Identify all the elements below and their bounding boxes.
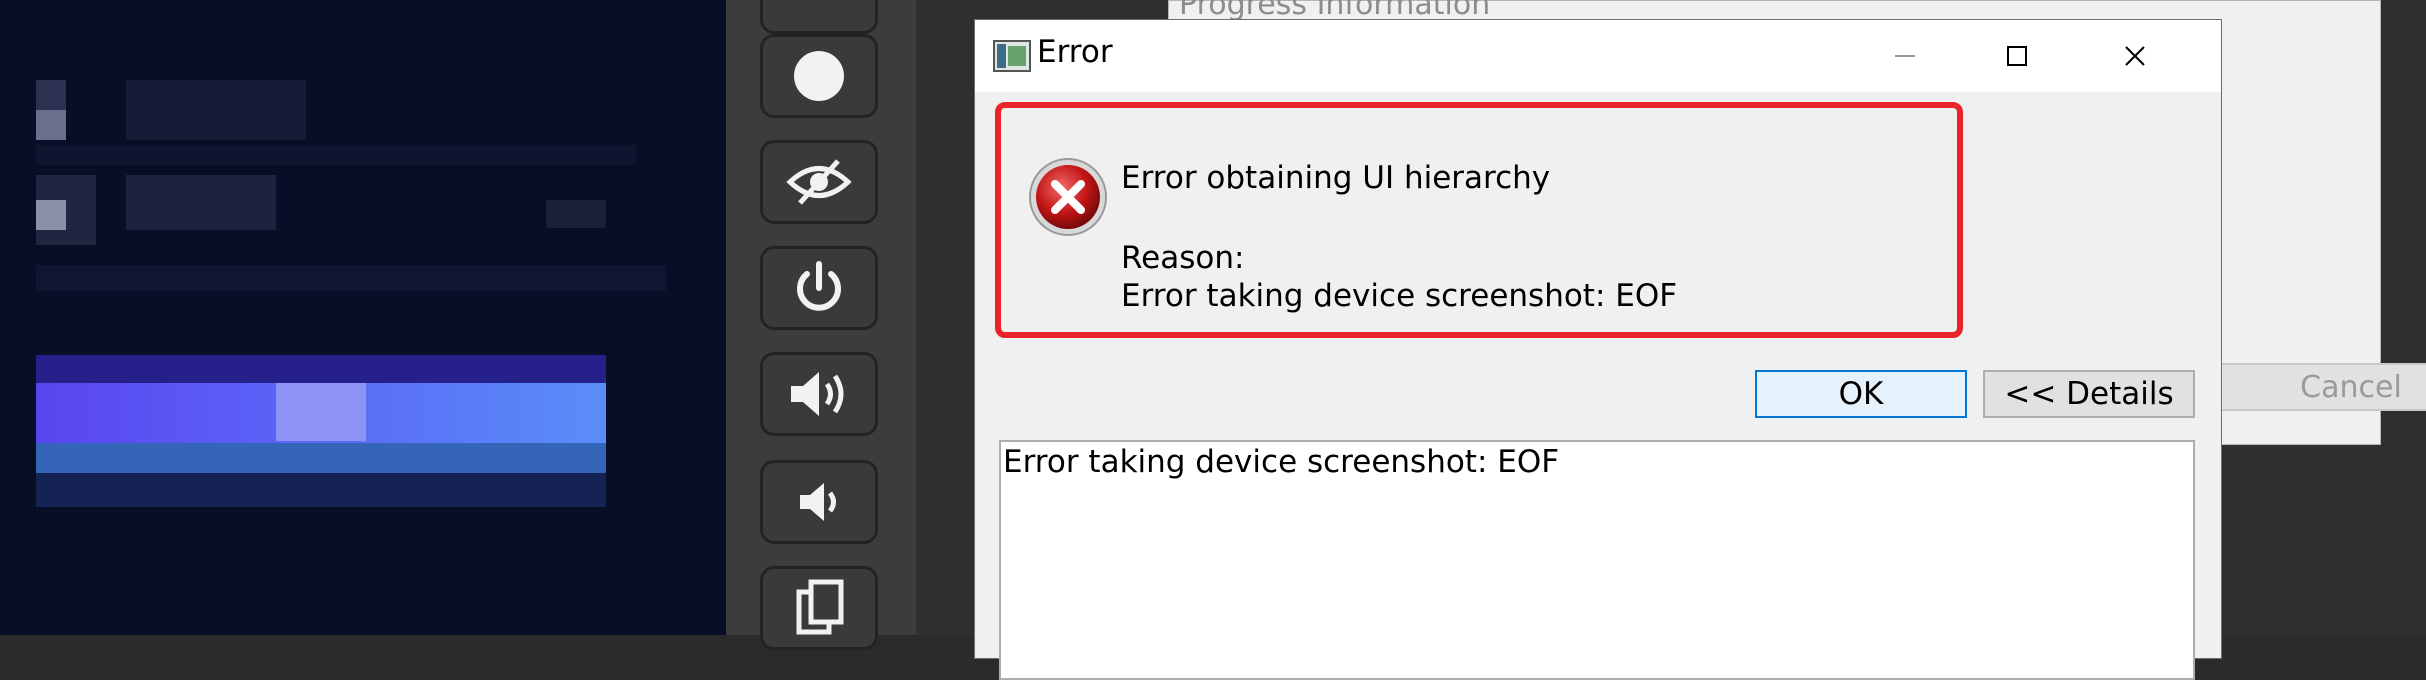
blurred-block xyxy=(126,175,276,230)
blurred-block xyxy=(36,200,66,230)
blurred-block xyxy=(36,355,606,383)
volume-up-button[interactable] xyxy=(760,352,878,436)
power-button[interactable] xyxy=(760,246,878,330)
volume-down-icon xyxy=(800,483,836,521)
blurred-block xyxy=(36,473,606,507)
blurred-block xyxy=(126,80,306,140)
dialog-title: Error xyxy=(1037,34,1113,70)
blurred-block xyxy=(36,80,66,110)
close-button[interactable] xyxy=(2079,20,2191,92)
maximize-button[interactable] xyxy=(1961,20,2073,92)
blurred-block xyxy=(36,110,66,140)
details-text: Error taking device screenshot: EOF xyxy=(1003,444,1560,480)
record-icon xyxy=(794,51,844,101)
device-screen xyxy=(0,0,726,635)
maximize-icon xyxy=(2007,46,2027,66)
app-icon xyxy=(993,40,1031,72)
error-dialog: Error Error obtaining UI hierarchy Reaso… xyxy=(974,19,2222,680)
reason-text: Error taking device screenshot: EOF xyxy=(1121,278,1678,314)
copy-button[interactable] xyxy=(760,566,878,650)
error-icon xyxy=(1029,158,1107,236)
power-icon xyxy=(797,261,841,311)
blurred-block xyxy=(276,383,366,441)
ok-button[interactable]: OK xyxy=(1755,370,1967,418)
minimize-icon xyxy=(1895,55,1915,57)
blurred-block xyxy=(36,265,666,291)
volume-up-icon xyxy=(791,372,844,416)
blurred-block xyxy=(36,145,636,165)
hide-button[interactable] xyxy=(760,140,878,224)
toolbar-button-top[interactable] xyxy=(760,0,878,34)
volume-down-button[interactable] xyxy=(760,460,878,544)
record-button[interactable] xyxy=(760,34,878,118)
minimize-button[interactable] xyxy=(1849,20,1961,92)
blurred-block xyxy=(546,200,606,228)
error-message: Error obtaining UI hierarchy xyxy=(1121,160,1551,196)
details-textarea[interactable]: Error taking device screenshot: EOF xyxy=(999,440,2195,680)
blurred-block xyxy=(36,443,606,473)
emulator-toolbar xyxy=(726,0,916,650)
title-bar: Error xyxy=(975,20,2221,92)
details-button[interactable]: << Details xyxy=(1983,370,2195,418)
hide-icon xyxy=(786,159,852,205)
copy-icon xyxy=(796,579,844,635)
reason-label: Reason: xyxy=(1121,240,1245,276)
close-icon xyxy=(2125,46,2145,66)
